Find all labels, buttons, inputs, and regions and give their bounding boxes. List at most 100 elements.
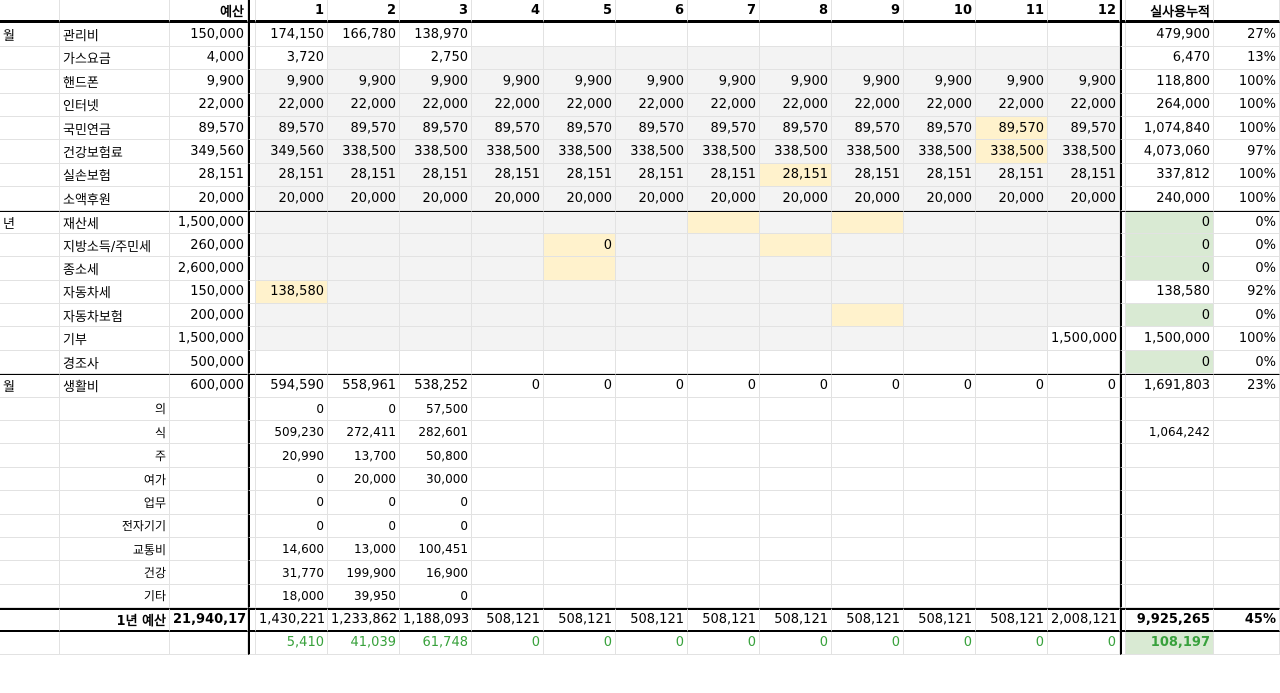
category-label[interactable] — [0, 561, 60, 585]
month-cell-10[interactable]: 28,151 — [904, 163, 976, 188]
month-cell-3[interactable]: 50,800 — [400, 444, 472, 468]
header-cumulative[interactable]: 실사용누적 — [1126, 0, 1214, 24]
cumulative-cell[interactable]: 240,000 — [1126, 187, 1214, 211]
cumulative-cell[interactable]: 0 — [1126, 257, 1214, 281]
month-cell-7[interactable]: 0 — [688, 374, 760, 398]
percent-cell[interactable]: 100% — [1214, 116, 1280, 141]
month-cell-12[interactable] — [1048, 46, 1120, 71]
month-cell-2[interactable]: 20,000 — [328, 187, 400, 211]
month-cell-1[interactable]: 3,720 — [256, 46, 328, 71]
month-cell-10[interactable] — [904, 467, 976, 492]
month-cell-6[interactable] — [616, 210, 688, 234]
budget-cell[interactable]: 22,000 — [170, 93, 248, 117]
month-cell-9[interactable] — [832, 304, 904, 328]
month-cell-8[interactable] — [760, 444, 832, 468]
month-cell-10[interactable]: 9,900 — [904, 70, 976, 94]
month-cell-11[interactable] — [976, 491, 1048, 515]
category-label[interactable] — [0, 327, 60, 351]
cumulative-cell[interactable]: 479,900 — [1126, 23, 1214, 47]
subitem-name[interactable]: 기타 — [60, 584, 170, 609]
budget-cell[interactable]: 600,000 — [170, 374, 248, 398]
month-cell-3[interactable]: 9,900 — [400, 70, 472, 94]
category-label[interactable] — [0, 537, 60, 562]
category-label[interactable] — [0, 116, 60, 141]
cumulative-cell[interactable]: 1,500,000 — [1126, 327, 1214, 351]
month-cell-2[interactable]: 89,570 — [328, 116, 400, 141]
month-cell-12[interactable]: 338,500 — [1048, 140, 1120, 164]
header-month-3[interactable]: 3 — [400, 0, 472, 24]
month-cell-10[interactable] — [904, 491, 976, 515]
budget-cell[interactable]: 150,000 — [170, 23, 248, 47]
budget-cell[interactable]: 1,500,000 — [170, 210, 248, 234]
month-cell-7[interactable]: 9,900 — [688, 70, 760, 94]
header-month-8[interactable]: 8 — [760, 0, 832, 24]
month-cell-9[interactable] — [832, 46, 904, 71]
month-cell-5[interactable] — [544, 537, 616, 562]
month-cell-6[interactable]: 20,000 — [616, 187, 688, 211]
cumulative-cell[interactable] — [1126, 561, 1214, 585]
category-label[interactable] — [0, 140, 60, 164]
subitem-name[interactable]: 업무 — [60, 491, 170, 515]
cumulative-cell[interactable]: 4,073,060 — [1126, 140, 1214, 164]
month-cell-7[interactable] — [688, 467, 760, 492]
month-cell-12[interactable] — [1048, 467, 1120, 492]
diff-label[interactable] — [60, 631, 170, 655]
header-budget[interactable]: 예산 — [170, 0, 248, 24]
month-cell-5[interactable] — [544, 327, 616, 351]
percent-cell[interactable]: 100% — [1214, 70, 1280, 94]
budget-cell[interactable]: 260,000 — [170, 233, 248, 258]
category-label[interactable] — [0, 631, 60, 655]
percent-cell[interactable]: 100% — [1214, 327, 1280, 351]
month-cell-10[interactable]: 338,500 — [904, 140, 976, 164]
month-cell-6[interactable] — [616, 23, 688, 47]
month-cell-11[interactable] — [976, 233, 1048, 258]
month-cell-1[interactable]: 9,900 — [256, 70, 328, 94]
month-cell-2[interactable]: 20,000 — [328, 467, 400, 492]
month-cell-2[interactable] — [328, 233, 400, 258]
month-cell-11[interactable]: 22,000 — [976, 93, 1048, 117]
cumulative-cell[interactable]: 264,000 — [1126, 93, 1214, 117]
month-cell-5[interactable]: 0 — [544, 374, 616, 398]
month-cell-6[interactable]: 89,570 — [616, 116, 688, 141]
cumulative-cell[interactable]: 0 — [1126, 210, 1214, 234]
month-cell-3[interactable]: 338,500 — [400, 140, 472, 164]
month-cell-11[interactable] — [976, 397, 1048, 422]
month-cell-5[interactable] — [544, 514, 616, 538]
month-cell-1[interactable]: 0 — [256, 514, 328, 538]
annual-month-5[interactable]: 508,121 — [544, 608, 616, 632]
percent-cell[interactable]: 100% — [1214, 93, 1280, 117]
month-cell-3[interactable]: 20,000 — [400, 187, 472, 211]
month-cell-5[interactable]: 20,000 — [544, 187, 616, 211]
month-cell-1[interactable]: 0 — [256, 491, 328, 515]
month-cell-11[interactable] — [976, 537, 1048, 562]
month-cell-12[interactable] — [1048, 491, 1120, 515]
month-cell-12[interactable] — [1048, 537, 1120, 562]
item-name[interactable]: 인터넷 — [60, 93, 170, 117]
month-cell-2[interactable]: 272,411 — [328, 421, 400, 445]
budget-cell[interactable] — [170, 561, 248, 585]
percent-cell[interactable] — [1214, 421, 1280, 445]
month-cell-3[interactable]: 138,970 — [400, 23, 472, 47]
budget-cell[interactable] — [170, 444, 248, 468]
budget-cell[interactable]: 2,600,000 — [170, 257, 248, 281]
month-cell-6[interactable] — [616, 491, 688, 515]
month-cell-7[interactable] — [688, 327, 760, 351]
budget-cell[interactable] — [170, 491, 248, 515]
category-label[interactable] — [0, 467, 60, 492]
month-cell-2[interactable]: 28,151 — [328, 163, 400, 188]
month-cell-12[interactable] — [1048, 23, 1120, 47]
month-cell-3[interactable]: 100,451 — [400, 537, 472, 562]
month-cell-3[interactable]: 538,252 — [400, 374, 472, 398]
month-cell-8[interactable]: 20,000 — [760, 187, 832, 211]
month-cell-9[interactable] — [832, 561, 904, 585]
month-cell-12[interactable]: 89,570 — [1048, 116, 1120, 141]
month-cell-11[interactable]: 9,900 — [976, 70, 1048, 94]
month-cell-2[interactable] — [328, 257, 400, 281]
month-cell-11[interactable] — [976, 444, 1048, 468]
month-cell-4[interactable]: 9,900 — [472, 70, 544, 94]
month-cell-1[interactable]: 174,150 — [256, 23, 328, 47]
month-cell-1[interactable] — [256, 257, 328, 281]
month-cell-11[interactable] — [976, 350, 1048, 375]
month-cell-7[interactable] — [688, 304, 760, 328]
month-cell-10[interactable] — [904, 397, 976, 422]
